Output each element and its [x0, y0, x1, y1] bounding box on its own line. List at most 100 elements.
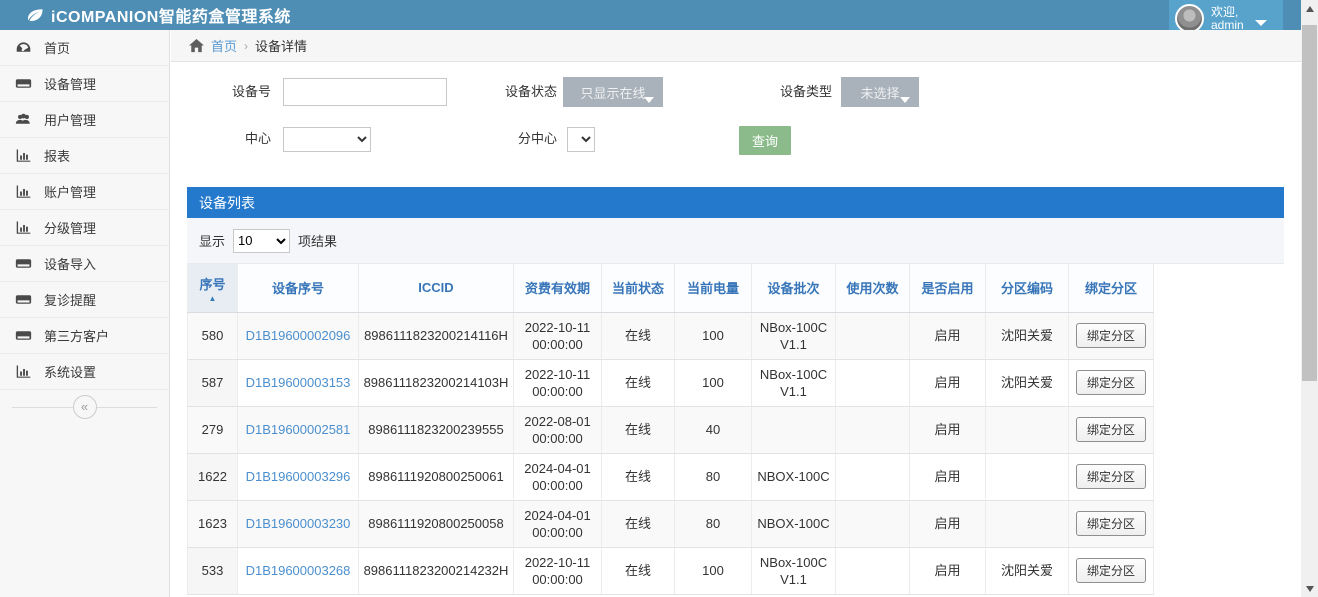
bind-partition-button[interactable]: 绑定分区: [1076, 511, 1146, 536]
table-cell-batch: NBOX-100C: [752, 453, 836, 500]
table-row: 533D1B196000032688986111823200214232H202…: [188, 547, 1154, 594]
device-serial-link[interactable]: D1B19600003268: [246, 563, 351, 578]
table-row: 587D1B196000031538986111823200214103H202…: [188, 359, 1154, 406]
app-title: iCOMPANION智能药盒管理系统: [51, 3, 291, 27]
sidebar-item-level-mgmt[interactable]: 分级管理: [0, 210, 169, 246]
breadcrumb-home-link[interactable]: 首页: [211, 36, 237, 55]
avatar[interactable]: [1175, 4, 1204, 33]
table-cell-batch: NBox-100C V1.1: [752, 359, 836, 406]
bar-chart-icon: [15, 220, 32, 235]
table-cell-serial: D1B19600003296: [238, 453, 359, 500]
bind-partition-button[interactable]: 绑定分区: [1076, 464, 1146, 489]
sidebar-item-account-mgmt[interactable]: 账户管理: [0, 174, 169, 210]
bind-partition-button[interactable]: 绑定分区: [1076, 323, 1146, 348]
scroll-up-button[interactable]: [1301, 0, 1318, 17]
sidebar-item-reports[interactable]: 报表: [0, 138, 169, 174]
vertical-scrollbar[interactable]: [1301, 0, 1318, 597]
center-label: 中心: [201, 125, 271, 153]
sidebar-item-device-import[interactable]: 设备导入: [0, 246, 169, 282]
hdd-icon: [15, 256, 32, 271]
show-label: 显示: [199, 231, 225, 250]
center-select[interactable]: [283, 127, 371, 152]
table-cell-valid: 2022-10-11 00:00:00: [514, 312, 602, 359]
bind-partition-button[interactable]: 绑定分区: [1076, 558, 1146, 583]
table-row: 1623D1B196000032308986111920800250058202…: [188, 500, 1154, 547]
table-cell-status: 在线: [602, 406, 675, 453]
device-serial-link[interactable]: D1B19600002581: [246, 422, 351, 437]
scroll-down-button[interactable]: [1301, 580, 1318, 597]
page-size-select[interactable]: 10: [233, 229, 290, 253]
subcenter-label: 分中心: [487, 125, 557, 153]
table-cell-seq: 1623: [188, 500, 238, 547]
sidebar-item-system-settings[interactable]: 系统设置: [0, 354, 169, 390]
table-cell-status: 在线: [602, 547, 675, 594]
table-cell-use_count: [836, 406, 910, 453]
column-header[interactable]: 资费有效期: [514, 264, 602, 312]
column-header[interactable]: 使用次数: [836, 264, 910, 312]
sidebar-item-label: 分级管理: [44, 218, 96, 237]
chevron-down-icon: [900, 97, 910, 103]
hdd-icon: [15, 76, 32, 91]
main-content: 设备号 设备状态 只显示在线 设备类型 未选择 中心 分中心 查询 设备列表 显…: [171, 62, 1301, 597]
sidebar-item-user-mgmt[interactable]: 用户管理: [0, 102, 169, 138]
sidebar-item-third-party[interactable]: 第三方客户: [0, 318, 169, 354]
leaf-icon: [26, 7, 44, 23]
bar-chart-icon: [15, 148, 32, 163]
sidebar-item-label: 设备导入: [44, 254, 96, 273]
users-icon: [15, 112, 32, 127]
table-cell-seq: 279: [188, 406, 238, 453]
top-bar: iCOMPANION智能药盒管理系统: [0, 0, 1301, 30]
table-cell-status: 在线: [602, 359, 675, 406]
device-status-dropdown[interactable]: 只显示在线: [563, 77, 663, 107]
table-cell-iccid: 8986111823200214103H: [359, 359, 514, 406]
search-button[interactable]: 查询: [739, 126, 791, 155]
bind-partition-button[interactable]: 绑定分区: [1076, 370, 1146, 395]
table-cell-partition: 沈阳关爱: [986, 359, 1069, 406]
device-serial-link[interactable]: D1B19600003230: [246, 516, 351, 531]
breadcrumb: 首页 › 设备详情: [171, 30, 1301, 62]
device-no-input[interactable]: [283, 78, 447, 106]
table-cell-valid: 2024-04-01 00:00:00: [514, 453, 602, 500]
table-cell-valid: 2024-04-01 00:00:00: [514, 500, 602, 547]
column-header[interactable]: 分区编码: [986, 264, 1069, 312]
table-cell-seq: 580: [188, 312, 238, 359]
breadcrumb-current: 设备详情: [255, 36, 307, 55]
breadcrumb-separator: ›: [244, 39, 248, 53]
column-header[interactable]: 序号▲: [188, 264, 238, 312]
sidebar-item-label: 第三方客户: [44, 326, 109, 345]
sort-asc-icon: ▲: [188, 295, 237, 302]
column-header[interactable]: 是否启用: [910, 264, 986, 312]
subcenter-select[interactable]: [567, 127, 595, 152]
table-cell-action: 绑定分区: [1069, 312, 1154, 359]
table-cell-valid: 2022-10-11 00:00:00: [514, 359, 602, 406]
table-cell-use_count: [836, 547, 910, 594]
sidebar-item-label: 复诊提醒: [44, 290, 96, 309]
sidebar-collapse-button[interactable]: «: [73, 395, 97, 419]
column-header[interactable]: 绑定分区: [1069, 264, 1154, 312]
device-serial-link[interactable]: D1B19600002096: [246, 328, 351, 343]
column-header[interactable]: 当前电量: [675, 264, 752, 312]
column-header[interactable]: 设备批次: [752, 264, 836, 312]
column-header[interactable]: 当前状态: [602, 264, 675, 312]
bind-partition-button[interactable]: 绑定分区: [1076, 417, 1146, 442]
column-header[interactable]: 设备序号: [238, 264, 359, 312]
sidebar-item-revisit-reminder[interactable]: 复诊提醒: [0, 282, 169, 318]
device-type-dropdown[interactable]: 未选择: [841, 77, 919, 107]
column-header[interactable]: ICCID: [359, 264, 514, 312]
table-row: 279D1B1960000258189861118232002395552022…: [188, 406, 1154, 453]
device-no-label: 设备号: [201, 78, 271, 106]
sidebar-item-home[interactable]: 首页: [0, 30, 169, 66]
device-serial-link[interactable]: D1B19600003296: [246, 469, 351, 484]
table-cell-batch: NBox-100C V1.1: [752, 312, 836, 359]
sidebar-item-device-mgmt[interactable]: 设备管理: [0, 66, 169, 102]
table-cell-use_count: [836, 500, 910, 547]
scrollbar-thumb[interactable]: [1302, 25, 1317, 381]
panel-title: 设备列表: [187, 187, 1284, 218]
device-serial-link[interactable]: D1B19600003153: [246, 375, 351, 390]
table-cell-enabled: 启用: [910, 359, 986, 406]
table-cell-action: 绑定分区: [1069, 547, 1154, 594]
sidebar-item-label: 系统设置: [44, 362, 96, 381]
hdd-icon: [15, 292, 32, 307]
table-cell-enabled: 启用: [910, 406, 986, 453]
table-cell-battery: 40: [675, 406, 752, 453]
